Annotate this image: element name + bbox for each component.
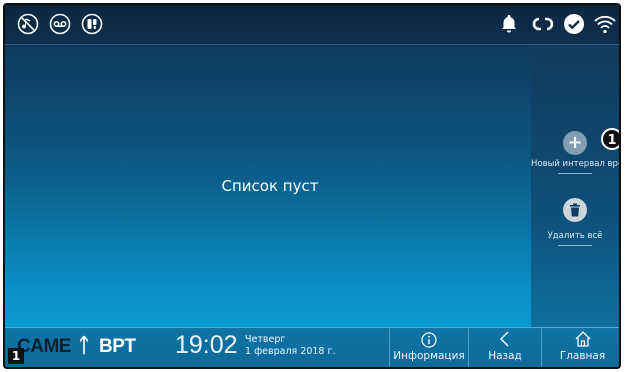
info-button[interactable]: Информация bbox=[389, 328, 468, 367]
check-icon bbox=[564, 14, 584, 34]
day-of-week: Четверг bbox=[245, 334, 286, 345]
empty-list-message: Список пуст bbox=[221, 177, 319, 195]
wifi-icon bbox=[594, 15, 616, 34]
action-sidebar: + Новый интервал времени Удалить всё bbox=[531, 45, 619, 331]
new-interval-label: Новый интервал времени bbox=[531, 159, 619, 169]
back-button[interactable]: Назад bbox=[468, 328, 541, 367]
callout-marker: 1 bbox=[601, 128, 619, 150]
home-button[interactable]: Главная bbox=[541, 328, 619, 367]
delete-all-label: Удалить всё bbox=[547, 231, 603, 241]
back-label: Назад bbox=[488, 350, 522, 362]
delete-all-button[interactable]: Удалить всё bbox=[531, 197, 619, 246]
home-icon bbox=[575, 331, 590, 347]
clock-time: 19:02 bbox=[175, 331, 238, 359]
bottom-bar: CAME ᛏ BPT 19:02 Четверг 1 февраля 2018 … bbox=[5, 327, 619, 367]
info-label: Информация bbox=[393, 350, 465, 362]
brand-logo: CAME ᛏ BPT bbox=[17, 335, 136, 358]
figure-badge: 1 bbox=[8, 348, 24, 364]
brand-name: CAME bbox=[17, 336, 71, 357]
date-text: 1 февраля 2018 г. bbox=[245, 346, 336, 357]
trash-icon bbox=[563, 198, 587, 222]
divider bbox=[558, 245, 592, 246]
brand-mark-icon: ᛏ bbox=[78, 335, 90, 357]
mute-ring-icon[interactable] bbox=[17, 13, 39, 35]
brand-suffix: BPT bbox=[99, 336, 136, 357]
date-display: Четверг 1 февраля 2018 г. bbox=[245, 334, 336, 358]
top-status-bar bbox=[5, 5, 619, 45]
bell-icon bbox=[502, 15, 516, 33]
back-icon bbox=[500, 331, 509, 347]
divider bbox=[558, 173, 592, 174]
home-label: Главная bbox=[559, 350, 606, 362]
answering-machine-icon[interactable] bbox=[49, 13, 71, 35]
plus-icon: + bbox=[563, 131, 587, 155]
app-screen: Список пуст + Новый интервал времени Уда… bbox=[3, 3, 621, 369]
info-icon bbox=[421, 332, 437, 348]
do-not-disturb-icon[interactable] bbox=[81, 13, 103, 35]
sync-icon bbox=[532, 17, 554, 31]
